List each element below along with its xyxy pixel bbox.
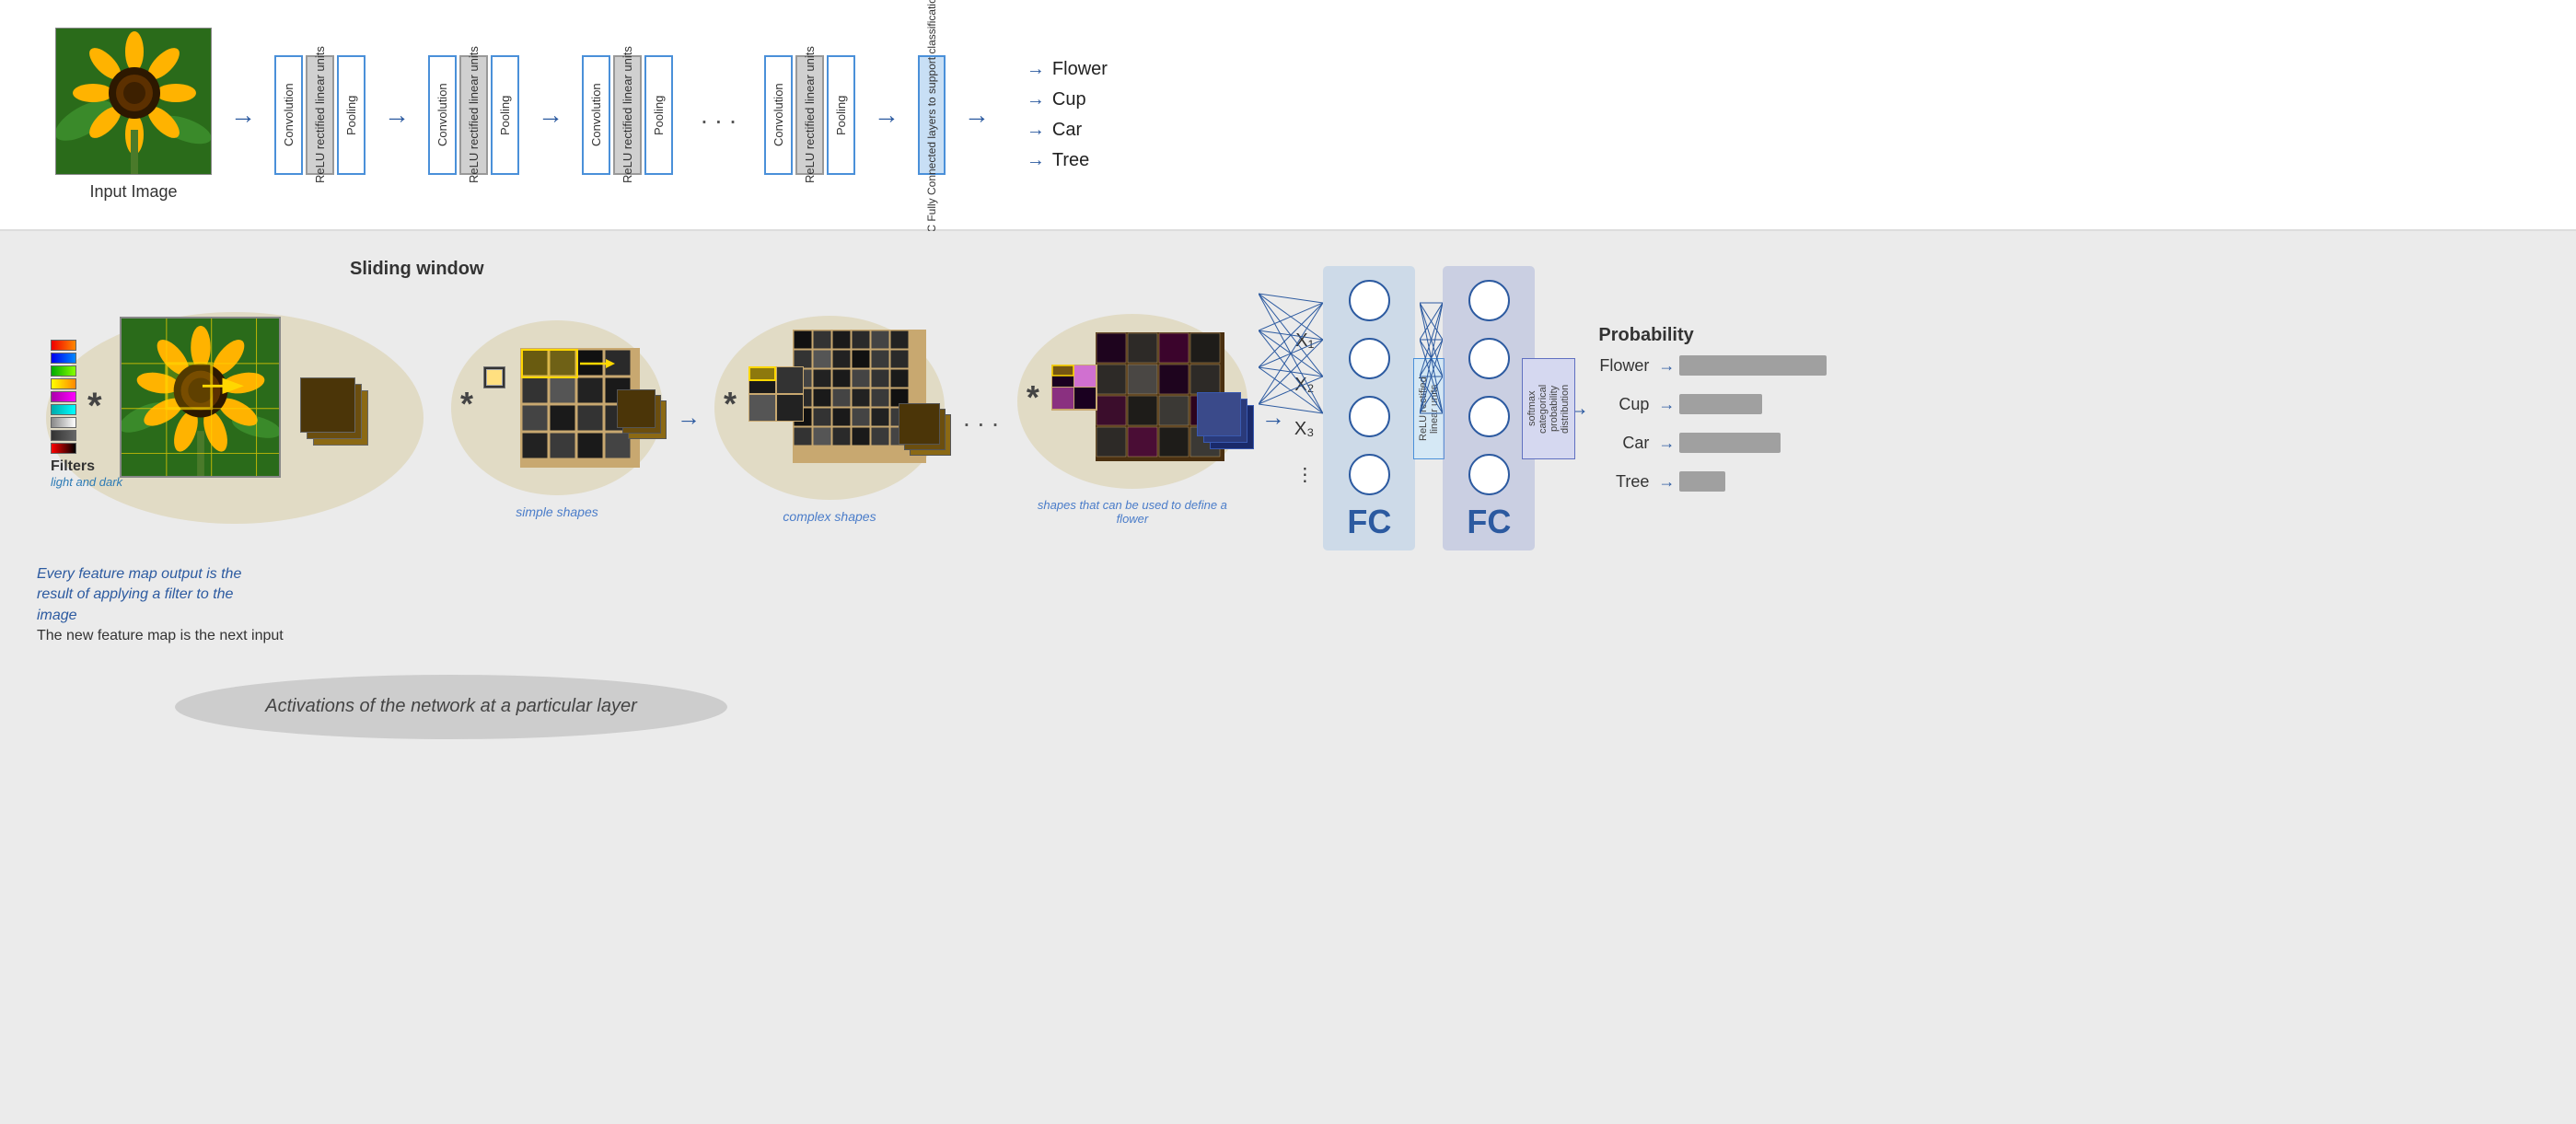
activations-ellipse: Activations of the network at a particul… [175,675,727,739]
prob-arrow-tree: → [1658,472,1675,492]
prob-row-tree: Tree → [1598,471,1827,492]
fc-label-2: FC [1467,503,1511,541]
conv-layer-2: Convolution [428,55,457,175]
relu-layer-4: ReLU rectified linear units [795,55,824,175]
nn-circle-8 [1468,454,1510,495]
prob-label-flower: Flower [1598,356,1649,376]
simple-shapes-label: simple shapes [516,504,598,519]
output-arrow-flower: → [1027,59,1045,80]
asterisk-2: * [460,385,473,423]
flower-shapes-label: shapes that can be used to define a flow… [1031,498,1234,526]
nn-circle-4 [1349,454,1390,495]
bottom-section: Sliding window [0,231,2576,1124]
relu-layer-1: ReLU rectified linear units [306,55,334,175]
output-arrow-tree: → [1027,150,1045,171]
prob-arrow-flower: → [1658,356,1675,376]
probability-title: Probability [1598,325,1693,346]
feature-map-2-group: * [710,311,949,524]
input-image-container: Input Image [55,28,212,202]
input-dots: ⋮ [1295,463,1314,486]
feature-map-3-group: * [1013,309,1252,526]
pool-layer-4: Pooling [827,55,855,175]
input-image-label: Input Image [89,182,177,202]
nn-circle-3 [1349,396,1390,437]
relu-layer-2: ReLU rectified linear units [459,55,488,175]
prob-row-cup: Cup → [1598,394,1827,414]
dots-top: . . . [691,100,746,130]
prob-label-cup: Cup [1598,395,1649,414]
asterisk-4: * [1027,378,1039,417]
arrow-5: → [964,100,990,130]
prob-bar-car [1679,433,1781,453]
asterisk-3: * [724,385,737,423]
nn-circle-5 [1468,280,1510,321]
prob-row-flower: Flower → [1598,355,1827,376]
cnn-block-4: Convolution ReLU rectified linear units … [764,55,855,175]
prob-arrow-cup: → [1658,395,1675,414]
chain-dots: . . . [963,403,999,433]
top-section: Input Image → Convolution ReLU rectified… [0,0,2576,231]
stacked-maps-1 [299,377,368,446]
prob-bar-cup [1679,394,1762,414]
asterisk-1: * [87,386,102,427]
filters-sublabel: light and dark [51,475,122,489]
sunflower-image [55,28,212,175]
feature-map-1-group: * [447,316,667,519]
arrow-2: → [384,100,410,130]
nn-circle-7 [1468,396,1510,437]
prob-row-car: Car → [1598,433,1827,453]
probability-section: Probability Flower → [1598,325,1827,492]
cnn-block-1: Convolution ReLU rectified linear units … [274,55,366,175]
output-arrow-car: → [1027,120,1045,141]
output-flower: → Flower [1027,59,1108,80]
pool-layer-2: Pooling [491,55,519,175]
next-input-description: The new feature map is the next input [37,626,284,646]
conv-layer-3: Convolution [582,55,610,175]
nn-circle-6 [1468,338,1510,379]
output-arrow-cup: → [1027,89,1045,110]
softmax-vert-label: softmax categorical probability distribu… [1522,358,1575,459]
pool-layer-3: Pooling [644,55,673,175]
conv-layer-4: Convolution [764,55,793,175]
complex-shapes-label: complex shapes [783,509,876,524]
arrow-3: → [538,100,563,130]
chain-arrow-1: → [677,403,701,432]
cnn-block-3: Convolution ReLU rectified linear units … [582,55,673,175]
conv-layer-1: Convolution [274,55,303,175]
prob-label-car: Car [1598,434,1649,453]
probability-bars: Flower → Cup → [1598,355,1827,492]
prob-label-tree: Tree [1598,472,1649,492]
arrow-4: → [874,100,899,130]
filters-label: Filters [51,458,122,475]
feature-map-description: Every feature map output is the result o… [37,564,276,626]
prob-bar-tree [1679,471,1725,492]
neural-network: X₁ X₂ X₃ ⋮ [1294,266,1827,550]
nn-circle-1 [1349,280,1390,321]
output-labels: → Flower → Cup → Car → Tree [1027,59,1108,171]
pool-layer-1: Pooling [337,55,366,175]
relu-layer-3: ReLU rectified linear units [613,55,642,175]
bottom-sunflower [120,317,281,482]
output-car: → Car [1027,120,1108,141]
prob-arrow-car: → [1658,434,1675,453]
output-cup: → Cup [1027,89,1108,110]
prob-bar-flower [1679,355,1827,376]
fc-layer: FC Fully Connected layers to support cla… [918,55,946,175]
sliding-window-label: Sliding window [350,259,484,279]
nn-circle-2 [1349,338,1390,379]
fc-block-top: FC Fully Connected layers to support cla… [918,55,946,175]
cnn-block-2: Convolution ReLU rectified linear units … [428,55,519,175]
fc-label-1: FC [1347,503,1391,541]
arrow-1: → [230,100,256,130]
output-tree: → Tree [1027,150,1108,171]
